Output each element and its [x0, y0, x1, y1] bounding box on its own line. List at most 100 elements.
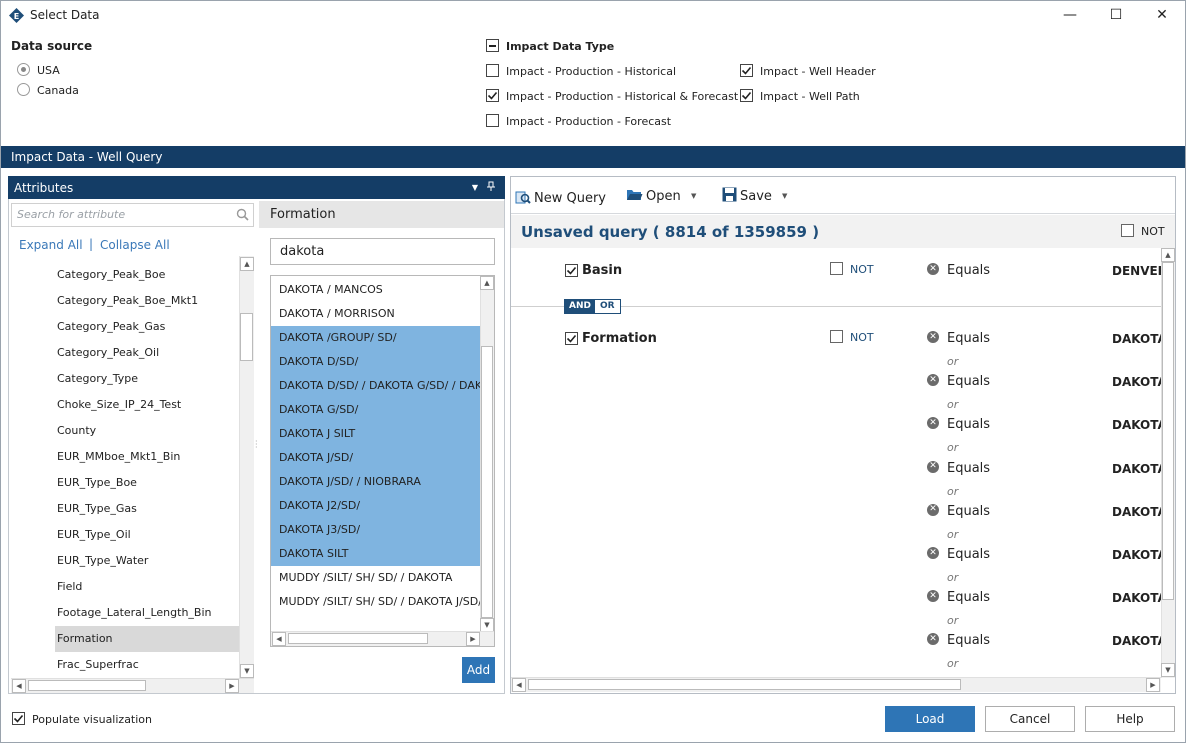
attribute-item[interactable]: Frac_Superfrac [57, 658, 139, 671]
attribute-item[interactable]: EUR_Type_Water [57, 554, 148, 567]
query-not-checkbox[interactable] [1121, 224, 1134, 237]
condition-value[interactable]: DAKOTA [1112, 375, 1161, 389]
attribute-item[interactable]: EUR_MMboe_Mkt1_Bin [57, 450, 180, 463]
checkbox-well-header[interactable] [740, 64, 753, 77]
impact-type-toggle[interactable] [486, 39, 499, 52]
new-query-icon[interactable] [515, 189, 531, 205]
save-button[interactable]: Save [740, 189, 772, 204]
remove-condition-icon[interactable]: ✕ [927, 547, 939, 559]
scroll-down-icon[interactable]: ▼ [1161, 663, 1175, 677]
formation-list-item[interactable]: DAKOTA SILT [271, 542, 480, 566]
attribute-item[interactable]: Category_Peak_Gas [57, 320, 165, 333]
save-dropdown-icon[interactable]: ▼ [782, 192, 787, 200]
scroll-up-icon[interactable]: ▲ [480, 276, 494, 290]
scroll-right-icon[interactable]: ▶ [225, 679, 239, 693]
open-folder-icon[interactable] [626, 188, 643, 202]
condition-value[interactable]: DAKOTA [1112, 505, 1161, 519]
and-option[interactable]: AND [565, 300, 595, 313]
scroll-right-icon[interactable]: ▶ [1146, 678, 1160, 692]
scroll-left-icon[interactable]: ◀ [512, 678, 526, 692]
pin-icon[interactable] [485, 180, 497, 192]
and-or-toggle[interactable]: AND OR [564, 299, 621, 314]
attribute-hscroll-thumb[interactable] [28, 680, 146, 691]
or-option[interactable]: OR [594, 300, 620, 313]
scroll-right-icon[interactable]: ▶ [466, 632, 480, 646]
formation-not-checkbox[interactable] [830, 330, 843, 343]
formation-list-item[interactable]: DAKOTA J2/SD/ [271, 494, 480, 518]
condition-operator[interactable]: Equals [947, 547, 990, 562]
scroll-left-icon[interactable]: ◀ [12, 679, 26, 693]
cancel-button[interactable]: Cancel [985, 706, 1075, 732]
condition-operator[interactable]: Equals [947, 633, 990, 648]
formation-list-item[interactable]: DAKOTA G/SD/ [271, 398, 480, 422]
scroll-down-icon[interactable]: ▼ [480, 618, 494, 632]
attribute-item[interactable]: Field [57, 580, 82, 593]
open-button[interactable]: Open [646, 189, 681, 204]
formation-list-item[interactable]: DAKOTA / MORRISON [271, 302, 480, 326]
formation-list-item[interactable]: DAKOTA D/SD/ / DAKOTA G/SD/ / DAKOTA [271, 374, 480, 398]
condition-value[interactable]: DAKOTA [1112, 462, 1161, 476]
condition-value[interactable]: DAKOTA [1112, 548, 1161, 562]
formation-list-item[interactable]: DAKOTA J3/SD/ [271, 518, 480, 542]
formation-list-item[interactable]: DAKOTA /GROUP/ SD/ [271, 326, 480, 350]
add-button[interactable]: Add [462, 657, 495, 683]
formation-list-item[interactable]: DAKOTA J/SD/ / NIOBRARA [271, 470, 480, 494]
attribute-item[interactable]: Formation [57, 632, 113, 645]
condition-operator[interactable]: Equals [947, 461, 990, 476]
remove-condition-icon[interactable]: ✕ [927, 460, 939, 473]
save-disk-icon[interactable] [722, 187, 737, 202]
condition-operator[interactable]: Equals [947, 331, 990, 346]
radio-usa[interactable] [17, 63, 30, 76]
checkbox-well-path[interactable] [740, 89, 753, 102]
condition-value[interactable]: DAKOTA [1112, 332, 1161, 346]
attribute-item[interactable]: Footage_Lateral_Length_Bin [57, 606, 211, 619]
formation-filter-input[interactable]: dakota [270, 238, 495, 265]
attribute-item[interactable]: EUR_Type_Oil [57, 528, 131, 541]
remove-condition-icon[interactable]: ✕ [927, 503, 939, 516]
radio-canada[interactable] [17, 83, 30, 96]
new-query-button[interactable]: New Query [534, 191, 606, 206]
help-button[interactable]: Help [1085, 706, 1175, 732]
attribute-item[interactable]: EUR_Type_Gas [57, 502, 137, 515]
query-hscroll-thumb[interactable] [528, 679, 961, 690]
query-scroll-thumb[interactable] [1162, 262, 1174, 600]
checkbox-production-hist-forecast[interactable] [486, 89, 499, 102]
formation-list-item[interactable]: MUDDY /SILT/ SH/ SD/ / DAKOTA [271, 566, 480, 590]
attribute-item[interactable]: Category_Type [57, 372, 138, 385]
expand-all-link[interactable]: Expand All [19, 238, 83, 252]
attribute-scroll-thumb[interactable] [240, 313, 253, 361]
maximize-button[interactable]: ☐ [1093, 0, 1139, 30]
formation-list-item[interactable]: DAKOTA D/SD/ [271, 350, 480, 374]
formation-checkbox[interactable] [565, 332, 578, 345]
formation-list-item[interactable]: MUDDY /SILT/ SH/ SD/ / DAKOTA J/SD/ [271, 590, 480, 614]
condition-operator[interactable]: Equals [947, 590, 990, 605]
remove-condition-icon[interactable]: ✕ [927, 331, 939, 343]
condition-operator[interactable]: Equals [947, 374, 990, 389]
search-icon[interactable] [236, 208, 249, 221]
condition-operator[interactable]: Equals [947, 417, 990, 432]
open-dropdown-icon[interactable]: ▼ [691, 192, 696, 200]
formation-scroll-thumb[interactable] [481, 346, 493, 618]
formation-hscroll-thumb[interactable] [288, 633, 428, 644]
scroll-down-icon[interactable]: ▼ [240, 664, 254, 678]
checkbox-production-historical[interactable] [486, 64, 499, 77]
condition-value[interactable]: DAKOTA [1112, 418, 1161, 432]
attribute-item[interactable]: Category_Peak_Oil [57, 346, 159, 359]
condition-operator[interactable]: Equals [947, 504, 990, 519]
formation-list-item[interactable]: DAKOTA J SILT [271, 422, 480, 446]
minimize-button[interactable]: — [1047, 0, 1093, 30]
scroll-left-icon[interactable]: ◀ [272, 632, 286, 646]
basin-not-checkbox[interactable] [830, 262, 843, 275]
attribute-item[interactable]: EUR_Type_Boe [57, 476, 137, 489]
checkbox-production-forecast[interactable] [486, 114, 499, 127]
attribute-item[interactable]: Category_Peak_Boe [57, 268, 165, 281]
scroll-up-icon[interactable]: ▲ [240, 257, 254, 271]
collapse-all-link[interactable]: Collapse All [100, 238, 170, 252]
scroll-up-icon[interactable]: ▲ [1161, 248, 1175, 262]
basin-checkbox[interactable] [565, 264, 578, 277]
load-button[interactable]: Load [885, 706, 975, 732]
formation-list-item[interactable]: DAKOTA / MANCOS [271, 278, 480, 302]
attribute-item[interactable]: Category_Peak_Boe_Mkt1 [57, 294, 198, 307]
attribute-item[interactable]: Choke_Size_IP_24_Test [57, 398, 181, 411]
condition-value[interactable]: DAKOTA [1112, 634, 1161, 648]
